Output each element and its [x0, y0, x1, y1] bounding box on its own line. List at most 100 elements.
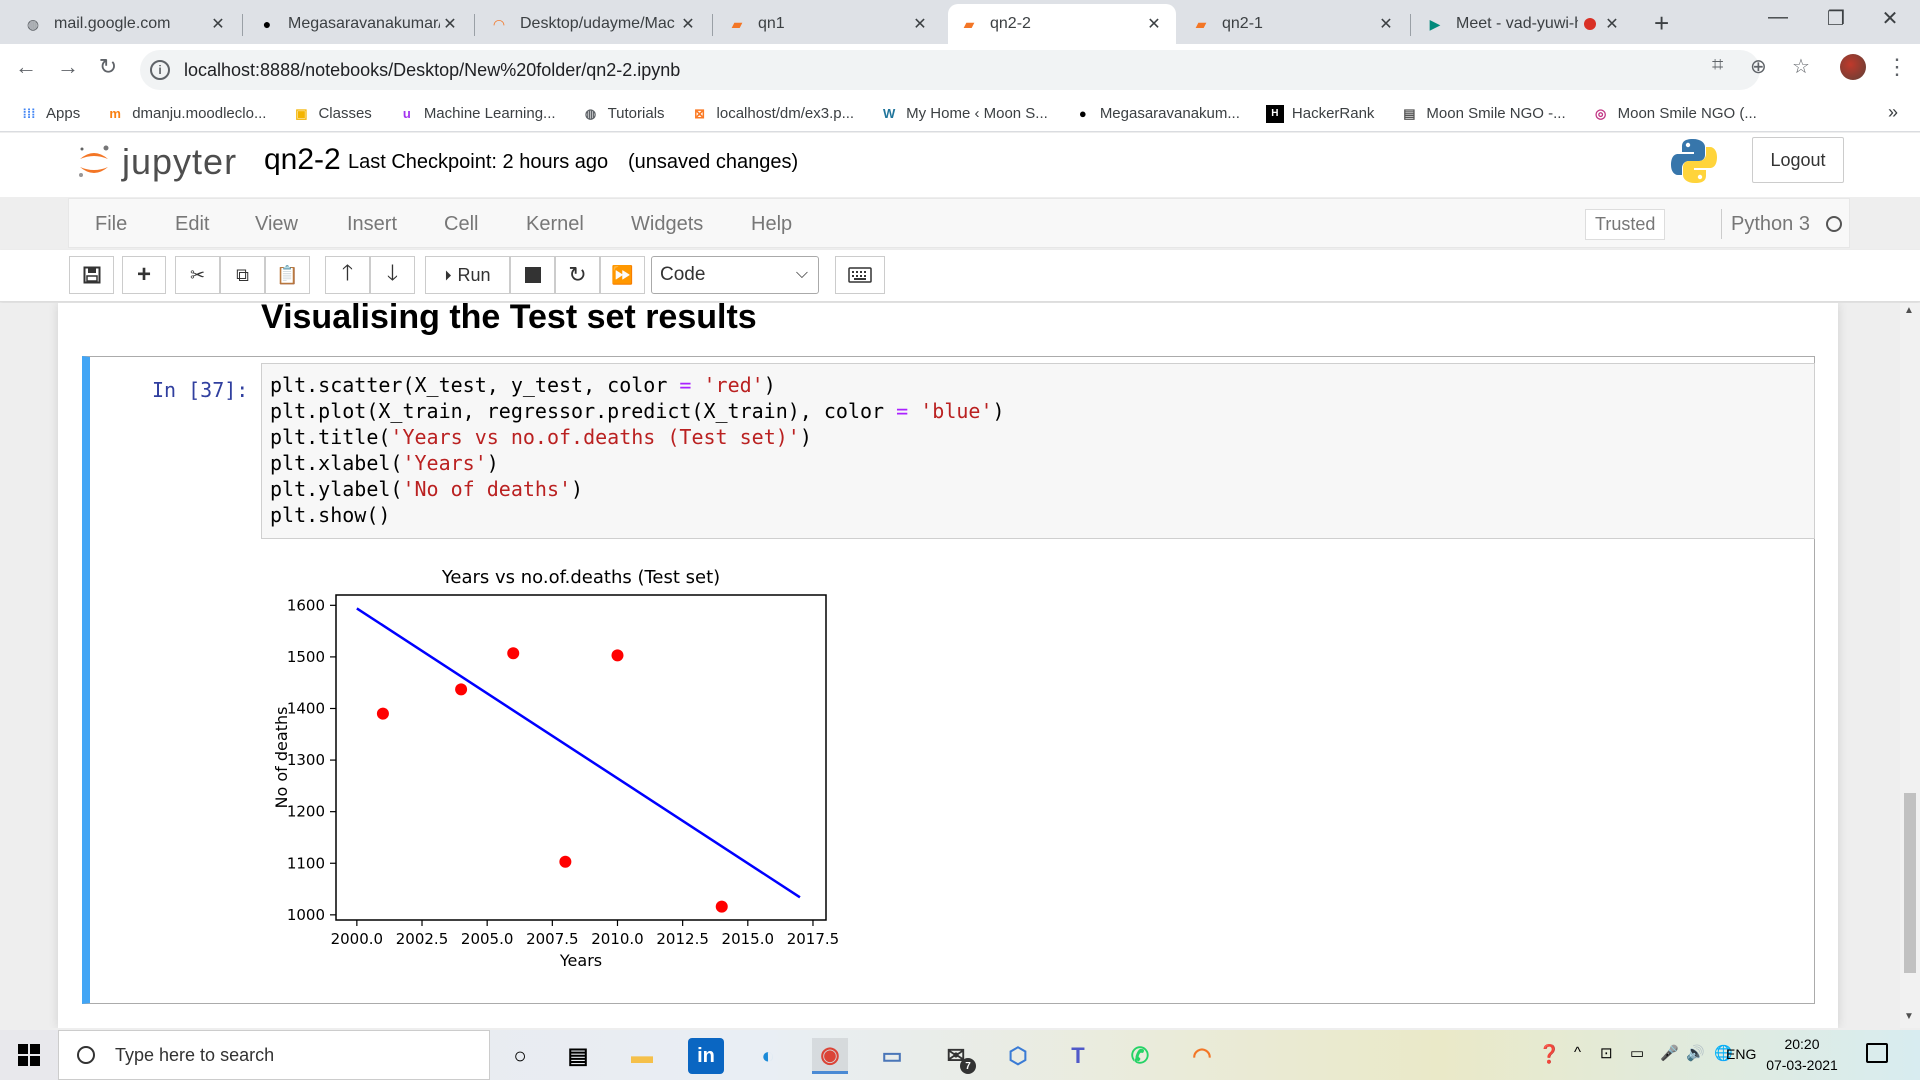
- markdown-heading[interactable]: Visualising the Test set results: [261, 303, 757, 337]
- edge-icon[interactable]: ◐: [750, 1038, 786, 1074]
- insert-cell-button[interactable]: +: [122, 256, 166, 294]
- stop-icon: [524, 267, 541, 283]
- notification-center-icon[interactable]: [1866, 1043, 1888, 1063]
- browser-tab[interactable]: ◠ Desktop/udayme/Mac ✕: [478, 4, 710, 44]
- bookmark-item[interactable]: H HackerRank: [1265, 104, 1374, 123]
- cell-type-select[interactable]: Code ⌵: [651, 256, 819, 294]
- bookmark-star-icon[interactable]: ☆: [1792, 54, 1810, 79]
- volume-icon[interactable]: 🔊: [1686, 1044, 1705, 1062]
- menu-file[interactable]: File: [95, 213, 127, 236]
- bookmark-item[interactable]: ▣ Classes: [292, 105, 372, 123]
- bookmark-item[interactable]: u Machine Learning...: [398, 105, 556, 123]
- browser-tab[interactable]: ▰ qn1 ✕: [716, 4, 942, 44]
- profile-avatar[interactable]: [1840, 54, 1866, 80]
- reload-icon[interactable]: ↻: [92, 54, 124, 80]
- linkedin-icon[interactable]: in: [688, 1038, 724, 1074]
- browser-menu-icon[interactable]: ⋮: [1886, 54, 1908, 80]
- 3d-box-icon[interactable]: ⬡: [1000, 1038, 1036, 1074]
- save-button[interactable]: [69, 256, 114, 294]
- bookmark-item[interactable]: ◍ Tutorials: [582, 105, 665, 123]
- run-button[interactable]: ⏵ Run: [425, 256, 510, 294]
- kernel-name[interactable]: Python 3: [1731, 213, 1810, 236]
- close-tab-icon[interactable]: ✕: [678, 14, 698, 34]
- chrome-icon[interactable]: ◉: [812, 1038, 848, 1074]
- meet-now-icon[interactable]: ⊡: [1600, 1044, 1613, 1062]
- browser-tab[interactable]: ◍ mail.google.com ✕: [12, 4, 240, 44]
- bookmark-item[interactable]: ▤ Moon Smile NGO -...: [1400, 105, 1565, 123]
- start-button[interactable]: [18, 1044, 40, 1066]
- x-tick-label: 2012.5: [656, 930, 709, 948]
- menu-edit[interactable]: Edit: [175, 213, 209, 236]
- trusted-badge[interactable]: Trusted: [1585, 209, 1666, 240]
- bookmarks-overflow-icon[interactable]: »: [1888, 102, 1898, 123]
- code-cell-selected[interactable]: In [37]: plt.scatter(X_test, y_test, col…: [82, 356, 1815, 1004]
- task-view-icon[interactable]: ○: [502, 1038, 538, 1074]
- bookmark-item[interactable]: W My Home ‹ Moon S...: [880, 105, 1048, 123]
- scrollbar-thumb[interactable]: [1904, 793, 1916, 973]
- scroll-up-icon[interactable]: ▲: [1904, 305, 1914, 316]
- move-up-button[interactable]: 🡑: [325, 256, 370, 294]
- widgets-icon[interactable]: ▤: [560, 1038, 596, 1074]
- bookmark-item[interactable]: ⁞⁞⁞ Apps: [20, 105, 81, 123]
- copy-button[interactable]: ⧉: [220, 256, 265, 294]
- remote-desktop-icon[interactable]: ▭: [874, 1038, 910, 1074]
- browser-tab[interactable]: ▶ Meet - vad-yuwi-h ✕: [1414, 4, 1634, 44]
- scroll-down-icon[interactable]: ▼: [1904, 1011, 1914, 1022]
- whatsapp-icon[interactable]: ✆: [1122, 1038, 1158, 1074]
- bookmark-item[interactable]: ● Megasaravanakum...: [1074, 105, 1240, 123]
- translate-icon[interactable]: ⌗: [1712, 54, 1723, 77]
- browser-tab[interactable]: ● Megasaravanakumar/C ✕: [246, 4, 472, 44]
- bookmark-item[interactable]: ⊠ localhost/dm/ex3.p...: [691, 105, 854, 123]
- restart-kernel-button[interactable]: ↻: [555, 256, 600, 294]
- menu-insert[interactable]: Insert: [347, 213, 397, 236]
- teams-icon[interactable]: T: [1060, 1038, 1096, 1074]
- menu-help[interactable]: Help: [751, 213, 792, 236]
- notebook-name[interactable]: qn2-2: [264, 143, 341, 177]
- microphone-icon[interactable]: 🎤: [1660, 1044, 1679, 1062]
- menu-view[interactable]: View: [255, 213, 298, 236]
- minimize-window-icon[interactable]: —: [1758, 6, 1798, 29]
- close-tab-icon[interactable]: ✕: [440, 14, 460, 34]
- language-indicator[interactable]: ENG: [1726, 1046, 1756, 1062]
- tray-chevron-up-icon[interactable]: ^: [1574, 1044, 1581, 1061]
- close-tab-icon[interactable]: ✕: [910, 14, 930, 34]
- file-explorer-icon[interactable]: ▬: [624, 1038, 660, 1074]
- move-down-button[interactable]: 🡓: [370, 256, 415, 294]
- close-tab-icon[interactable]: ✕: [1602, 14, 1622, 34]
- bookmark-item[interactable]: m dmanju.moodleclo...: [106, 105, 266, 123]
- menu-kernel[interactable]: Kernel: [526, 213, 584, 236]
- browser-tab[interactable]: ▰ qn2-1 ✕: [1180, 4, 1408, 44]
- interrupt-kernel-button[interactable]: [510, 256, 555, 294]
- cut-button[interactable]: ✂: [175, 256, 220, 294]
- menu-cell[interactable]: Cell: [444, 213, 478, 236]
- close-tab-icon[interactable]: ✕: [1376, 14, 1396, 34]
- notebook-container[interactable]: Visualising the Test set results In [37]…: [0, 303, 1920, 1028]
- menu-widgets[interactable]: Widgets: [631, 213, 703, 236]
- vertical-scrollbar[interactable]: ▲ ▼: [1900, 303, 1920, 1028]
- restore-window-icon[interactable]: ❐: [1816, 6, 1856, 31]
- code-editor[interactable]: plt.scatter(X_test, y_test, color = 'red…: [261, 363, 1815, 539]
- battery-icon[interactable]: ▭: [1630, 1044, 1644, 1062]
- close-tab-icon[interactable]: ✕: [208, 14, 228, 34]
- command-palette-button[interactable]: [835, 256, 885, 294]
- forward-arrow-icon[interactable]: →: [52, 54, 84, 80]
- restart-run-all-button[interactable]: ⏩: [600, 256, 645, 294]
- url-text[interactable]: localhost:8888/notebooks/Desktop/New%20f…: [184, 60, 680, 81]
- clock[interactable]: 20:20 07-03-2021: [1762, 1034, 1842, 1076]
- taskbar-search[interactable]: Type here to search: [58, 1030, 490, 1080]
- zoom-icon[interactable]: ⊕: [1750, 54, 1767, 79]
- logout-button[interactable]: Logout: [1752, 137, 1844, 183]
- browser-tab[interactable]: ▰ qn2-2 ✕: [948, 4, 1176, 44]
- new-tab-button[interactable]: +: [1654, 8, 1669, 39]
- jupyter-icon[interactable]: ◠: [1184, 1038, 1220, 1074]
- help-icon[interactable]: ❓: [1538, 1044, 1560, 1065]
- site-info-icon[interactable]: i: [150, 60, 170, 80]
- bookmark-item[interactable]: ◎ Moon Smile NGO (...: [1592, 105, 1757, 123]
- jupyter-logo[interactable]: jupyter: [74, 141, 237, 183]
- back-arrow-icon[interactable]: ←: [10, 54, 42, 80]
- paste-button[interactable]: 📋: [265, 256, 310, 294]
- mail-icon[interactable]: ✉ 7: [938, 1038, 976, 1074]
- omnibox[interactable]: i localhost:8888/notebooks/Desktop/New%2…: [140, 50, 1760, 90]
- close-window-icon[interactable]: ✕: [1870, 6, 1910, 31]
- close-tab-icon[interactable]: ✕: [1144, 14, 1164, 34]
